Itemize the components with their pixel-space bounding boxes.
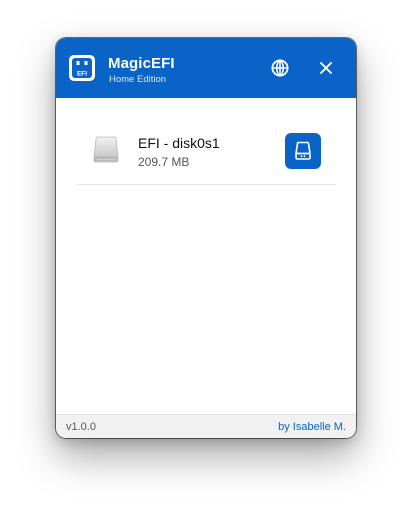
app-logo-icon: EFI [69,55,95,81]
disk-name: EFI - disk0s1 [138,135,220,151]
mount-button[interactable] [285,133,321,169]
language-button[interactable] [267,55,293,81]
app-title: MagicEFI [108,55,175,72]
version-label: v1.0.0 [66,421,96,433]
app-logo-text: EFI [77,71,87,78]
close-icon [320,62,332,74]
status-bar: v1.0.0 by Isabelle M. [56,414,356,438]
disk-list-item: EFI - disk0s1 209.7 MB [76,124,336,185]
globe-icon [271,59,289,77]
app-subtitle: Home Edition [109,74,167,85]
close-button[interactable] [313,55,339,81]
hard-drive-icon [93,136,119,163]
mount-drive-icon [295,141,311,160]
title-bar: EFI MagicEFI Home Edition [56,38,356,98]
author-link[interactable]: by Isabelle M. [278,421,346,433]
app-window: EFI MagicEFI Home Edition EFI - disk0s1 … [56,38,356,438]
disk-size: 209.7 MB [138,155,190,169]
